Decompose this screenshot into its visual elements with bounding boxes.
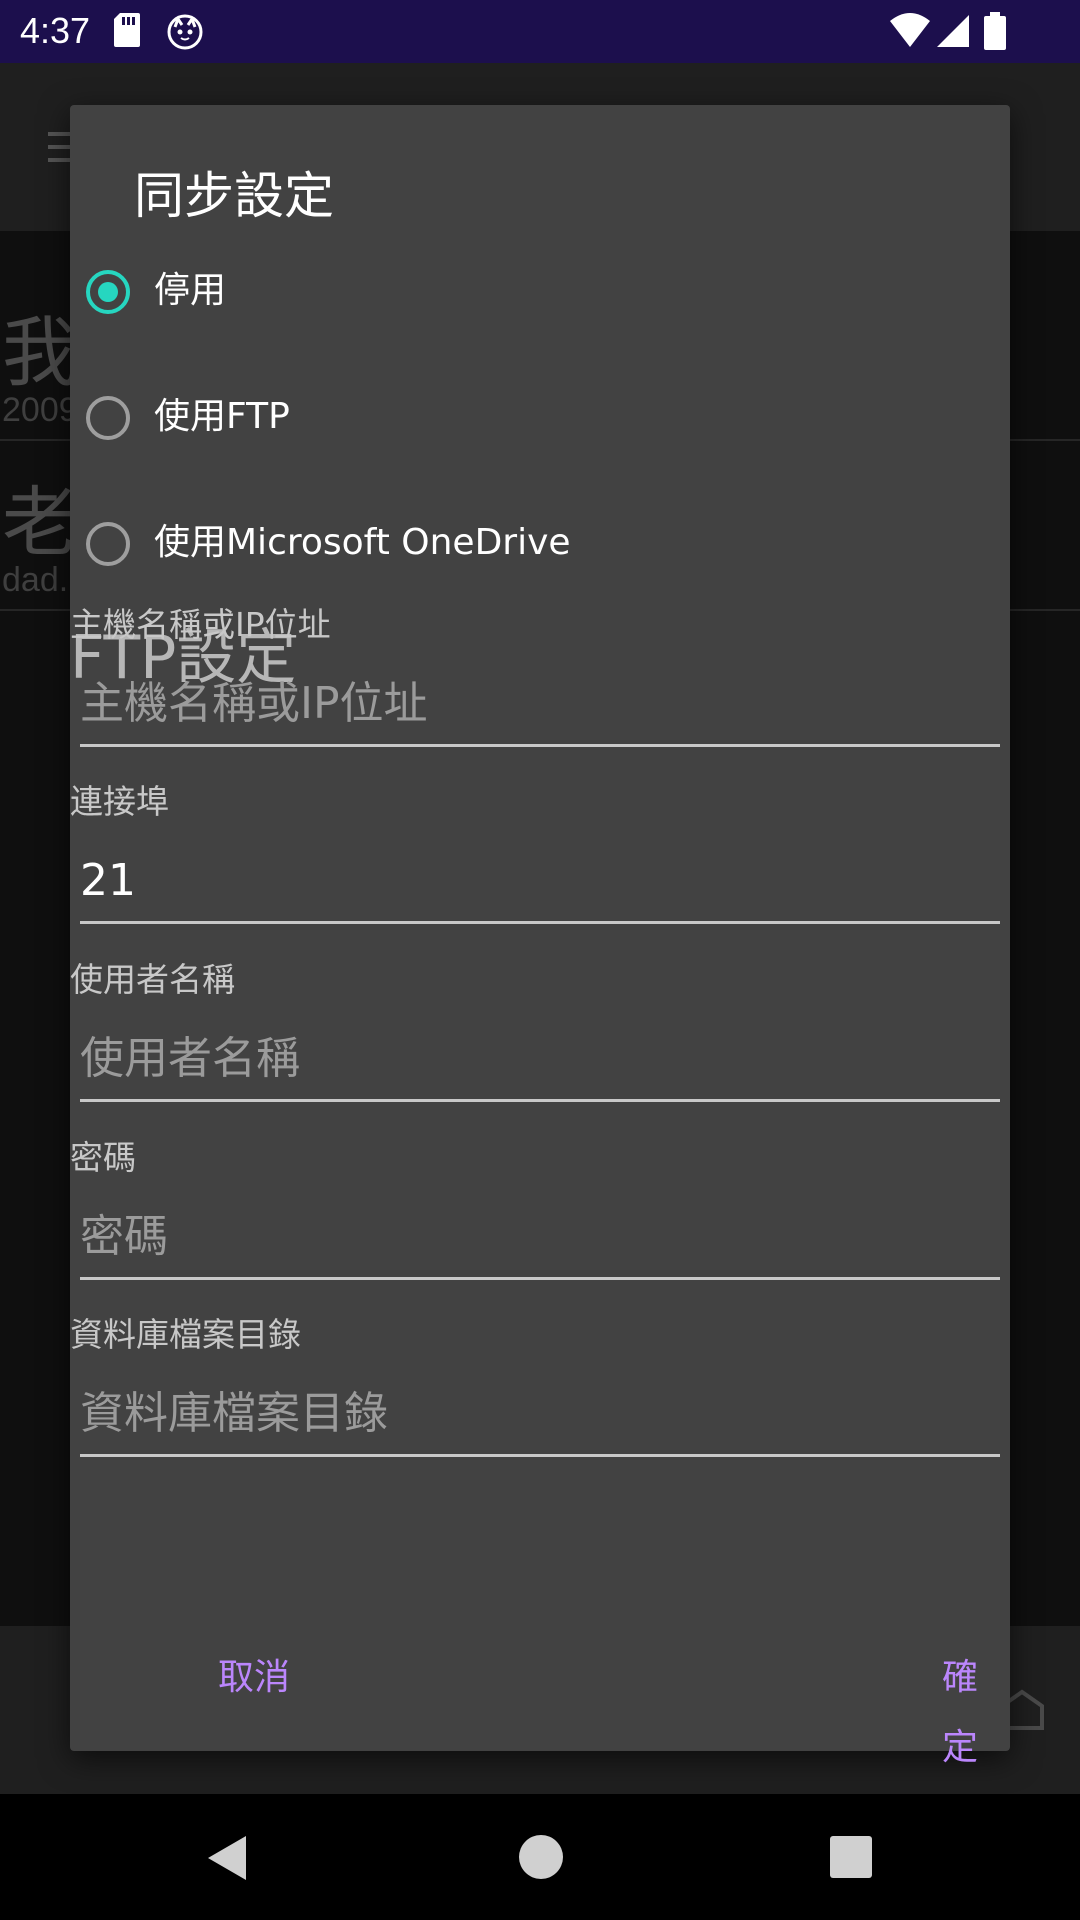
battery-icon [984, 12, 1006, 54]
radio-option-disable[interactable]: 停用 [70, 232, 1010, 358]
radio-label: 使用Microsoft OneDrive [154, 522, 571, 563]
signal-icon [935, 13, 971, 53]
username-label: 使用者名稱 [70, 960, 235, 999]
status-time: 4:37 [20, 10, 91, 51]
radio-button[interactable] [86, 522, 130, 566]
ok-button[interactable]: 確定 [910, 1643, 1010, 1768]
dialog-title: 同步設定 [134, 167, 334, 225]
radio-button-checked[interactable] [86, 270, 130, 314]
port-input[interactable] [80, 840, 1000, 924]
list-item-title: 我 [2, 308, 78, 397]
hostname-label: 主機名稱或IP位址 [70, 605, 331, 644]
radio-label: 停用 [154, 270, 227, 311]
wifi-icon [890, 13, 930, 51]
status-bar: 4:37 [0, 0, 1080, 63]
cancel-button[interactable]: 取消 [202, 1643, 306, 1713]
back-icon[interactable] [206, 1834, 248, 1886]
sync-settings-dialog: 同步設定 停用 使用FTP 使用Microsoft OneDrive FTP設定… [70, 105, 1010, 1768]
radio-button[interactable] [86, 396, 130, 440]
password-input[interactable] [80, 1196, 1000, 1280]
port-label: 連接埠 [70, 782, 169, 821]
sd-card-icon [114, 13, 140, 51]
screen: 4:37 我 2009 老 dad. 同步設定 停用 使用FTP 使用Micro… [0, 0, 1080, 1920]
radio-label: 使用FTP [154, 396, 290, 437]
password-label: 密碼 [70, 1138, 136, 1177]
recents-icon[interactable] [830, 1836, 872, 1882]
home-icon[interactable] [518, 1834, 564, 1884]
list-item-title: 老 [2, 478, 78, 567]
username-input[interactable] [80, 1018, 1000, 1102]
radio-option-onedrive[interactable]: 使用Microsoft OneDrive [70, 484, 1010, 610]
radio-dot [98, 282, 118, 302]
cat-icon [166, 13, 204, 55]
hostname-input[interactable] [80, 663, 1000, 747]
database-directory-input[interactable] [80, 1373, 1000, 1457]
list-item-subtitle: dad. [2, 561, 69, 599]
radio-option-ftp[interactable]: 使用FTP [70, 358, 1010, 484]
list-item-subtitle: 2009 [2, 391, 78, 429]
database-directory-label: 資料庫檔案目錄 [70, 1315, 301, 1354]
